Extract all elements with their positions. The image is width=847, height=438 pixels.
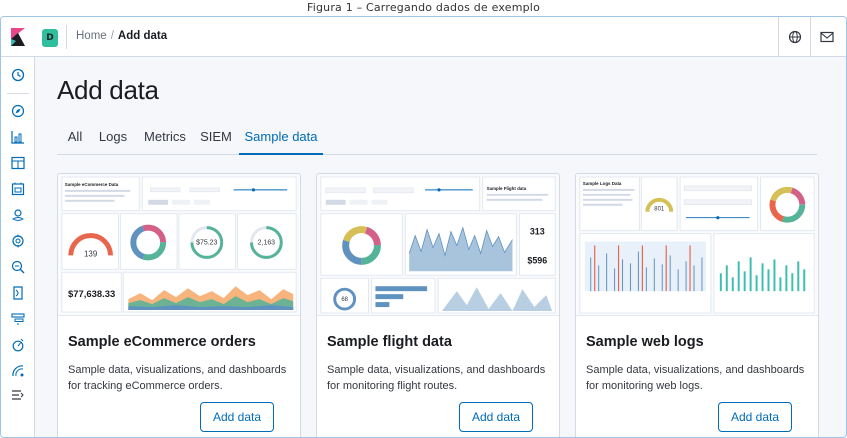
breadcrumb: Home / Add data: [76, 30, 167, 42]
maps-icon[interactable]: [10, 207, 26, 223]
sample-web-logs-card: Sample Logs Data 801 Sample web logs Sam…: [575, 173, 819, 437]
card-title: Sample flight data: [327, 334, 452, 350]
dashboard-icon[interactable]: [10, 155, 26, 171]
uptime-icon[interactable]: [10, 337, 26, 353]
add-ecommerce-data-button[interactable]: Add data: [200, 402, 274, 432]
ecommerce-dashboard-preview: Sample eCommerce Data 139 $75.23 2,163 $…: [58, 174, 300, 316]
main-content: Add data All Logs Metrics SIEM Sample da…: [35, 57, 846, 437]
page-title: Add data: [57, 75, 159, 105]
gauge-value: 139: [84, 249, 98, 258]
canvas-icon[interactable]: [10, 181, 26, 197]
thumb-heading: Sample Flight data: [487, 186, 527, 191]
monitoring-icon[interactable]: [10, 387, 26, 403]
sample-flight-card: Sample Flight data 313 $596 68 Sample fl…: [316, 173, 560, 437]
tab-logs[interactable]: Logs: [95, 123, 131, 155]
add-web-logs-data-button[interactable]: Add data: [718, 402, 792, 432]
logs-icon[interactable]: [10, 285, 26, 301]
kibana-logo-icon[interactable]: [11, 28, 25, 46]
clock-icon[interactable]: [10, 67, 26, 83]
nav-divider: [7, 93, 29, 94]
breadcrumb-current: Add data: [117, 30, 168, 42]
help-button[interactable]: [778, 17, 810, 57]
side-nav: [1, 57, 35, 437]
infrastructure-icon[interactable]: [10, 259, 26, 275]
add-flight-data-button[interactable]: Add data: [459, 402, 533, 432]
gauge-value: 68: [341, 297, 348, 303]
header-divider: [66, 25, 67, 49]
tab-all[interactable]: All: [63, 123, 87, 155]
figure-caption: Figura 1 – Carregando dados de exemplo: [307, 1, 540, 14]
visualize-icon[interactable]: [10, 129, 26, 145]
kibana-window: D Home / Add data Add data All Logs Metr…: [0, 16, 847, 438]
breadcrumb-separator: /: [110, 30, 114, 42]
metric-a: 313: [530, 227, 545, 237]
gauge-value: 801: [654, 207, 665, 213]
card-description: Sample data, visualizations, and dashboa…: [68, 364, 287, 392]
header-bar: D Home / Add data: [1, 17, 846, 57]
card-title: Sample eCommerce orders: [68, 334, 256, 350]
compass-icon[interactable]: [10, 103, 26, 119]
tab-siem[interactable]: SIEM: [199, 123, 233, 155]
breadcrumb-home[interactable]: Home: [76, 30, 107, 42]
card-description: Sample data, visualizations, and dashboa…: [327, 364, 546, 392]
globe-icon: [788, 30, 801, 44]
big-number: $77,638.33: [68, 288, 115, 299]
newsfeed-button[interactable]: [810, 17, 842, 57]
thumb-heading: Sample Logs Data: [583, 181, 622, 186]
tab-bar: All Logs Metrics SIEM Sample data: [57, 123, 817, 155]
tab-sample-data[interactable]: Sample data: [239, 123, 323, 155]
mail-icon: [819, 31, 834, 43]
card-title: Sample web logs: [586, 334, 704, 350]
devtools-icon[interactable]: [10, 363, 26, 379]
apm-icon[interactable]: [10, 311, 26, 327]
thumb-heading: Sample eCommerce Data: [65, 182, 119, 187]
sample-ecommerce-card: Sample eCommerce Data 139 $75.23 2,163 $…: [57, 173, 301, 437]
space-avatar[interactable]: D: [42, 29, 58, 47]
tab-metrics[interactable]: Metrics: [141, 123, 189, 155]
ml-icon[interactable]: [10, 233, 26, 249]
card-description: Sample data, visualizations, and dashboa…: [586, 364, 805, 392]
metric-a: $75.23: [196, 240, 217, 247]
metric-b: $596: [527, 255, 547, 265]
web-logs-dashboard-preview: Sample Logs Data 801: [576, 174, 818, 316]
metric-b: 2,163: [258, 240, 276, 247]
flight-dashboard-preview: Sample Flight data 313 $596 68: [317, 174, 559, 316]
